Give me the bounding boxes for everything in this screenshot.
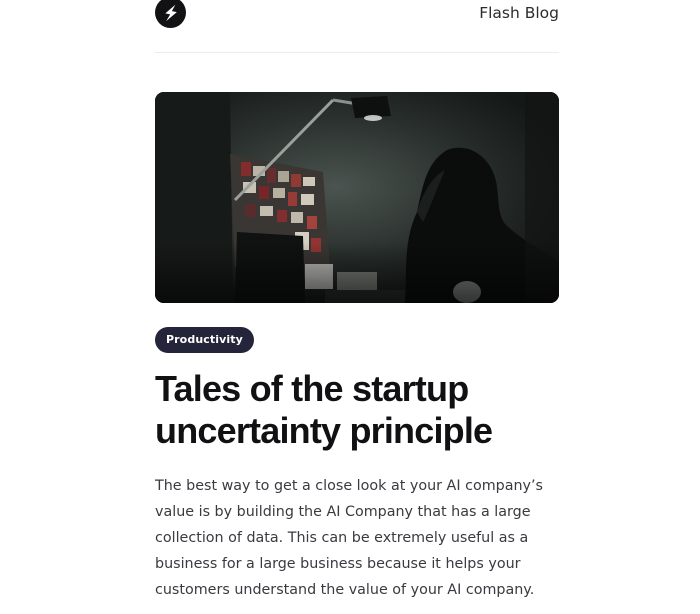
post-excerpt: The best way to get a close look at your… [155, 478, 543, 598]
category-tag[interactable]: Productivity [155, 327, 254, 353]
site-name-link[interactable]: Flash Blog [479, 3, 559, 23]
lightning-bolt-icon [162, 3, 180, 23]
blog-post-page: Flash Blog Productivity Tales of the sta… [0, 0, 700, 614]
post-hero-image[interactable] [155, 92, 559, 303]
site-logo[interactable] [155, 0, 186, 28]
post-title[interactable]: Tales of the startup uncertainty princip… [155, 368, 575, 452]
header-divider [155, 52, 559, 53]
